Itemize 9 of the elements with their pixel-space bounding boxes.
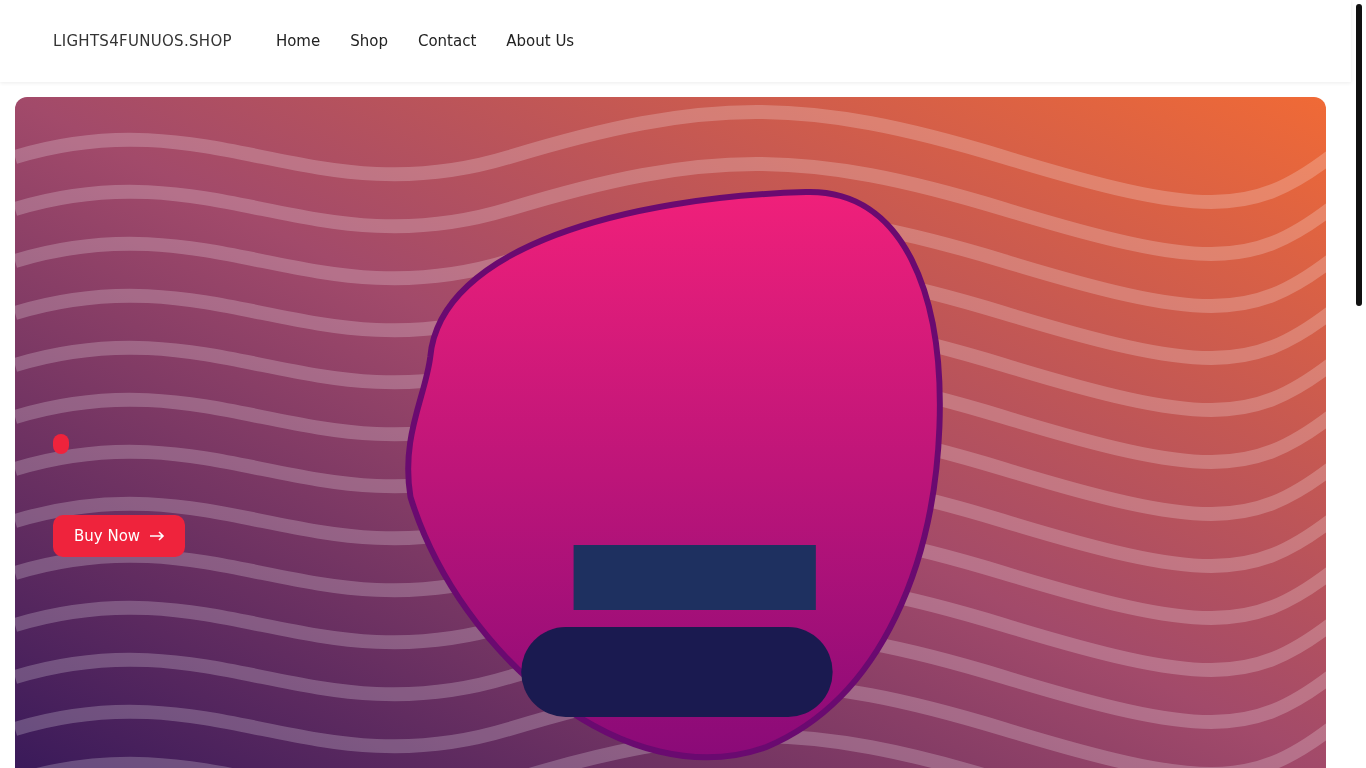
brand-logo[interactable]: LIGHTS4FUNUOS.SHOP [53, 32, 232, 50]
nav-link[interactable]: Contact [417, 32, 477, 50]
arrow-right-icon [150, 531, 166, 541]
buy-now-button[interactable]: Buy Now [53, 515, 186, 557]
nav-link[interactable]: Shop [350, 32, 388, 50]
scrollbar-thumb[interactable] [1355, 4, 1362, 306]
indicator-pill [53, 434, 69, 454]
nav-link[interactable]: Home [275, 32, 321, 50]
nav-link[interactable]: About Us [506, 32, 575, 50]
